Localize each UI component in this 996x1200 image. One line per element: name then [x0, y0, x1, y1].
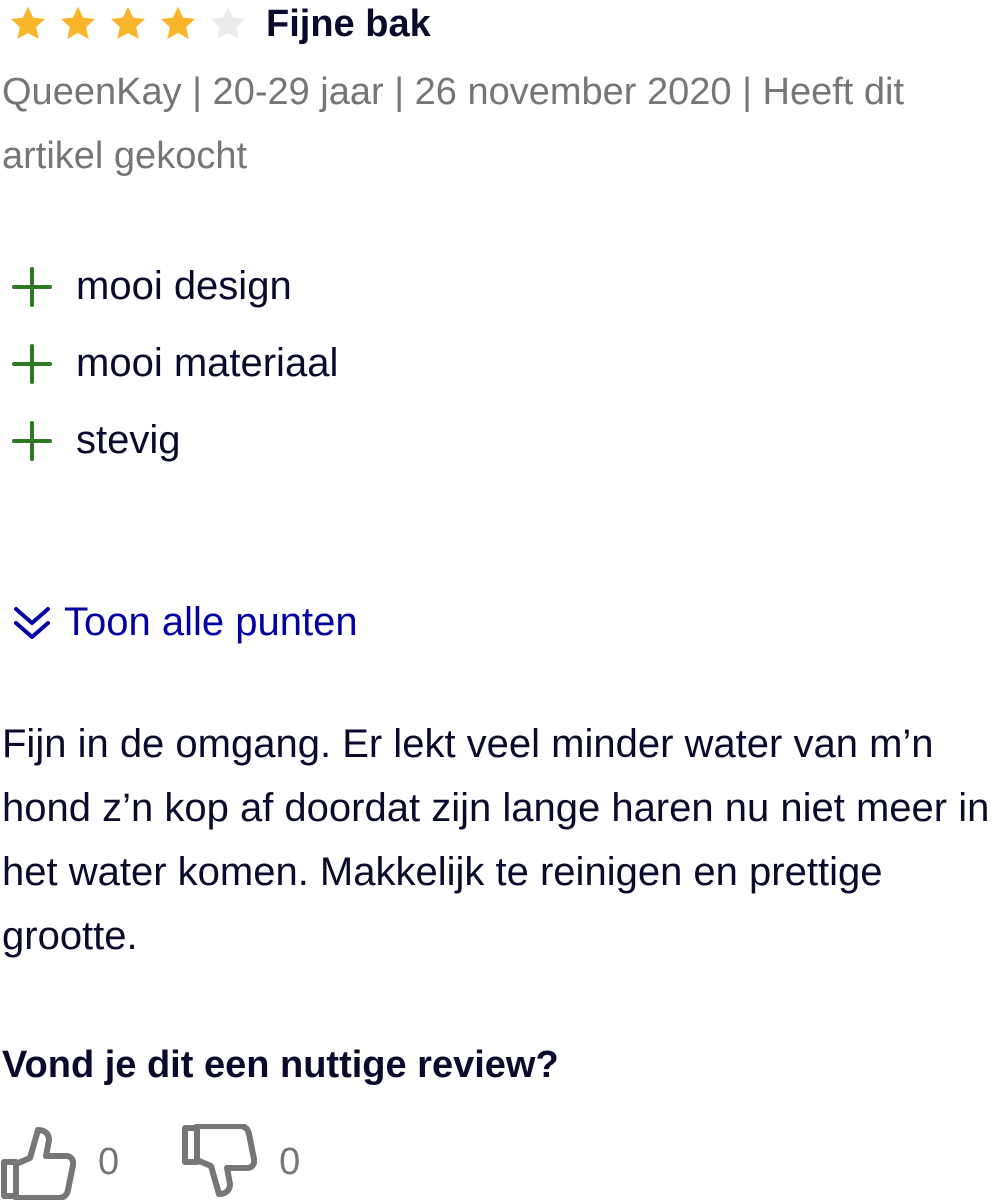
review-header: Fijne bak [8, 0, 431, 48]
plus-icon [12, 343, 52, 384]
show-all-points-label: Toon alle punten [64, 600, 358, 644]
pros-list: mooi design mooi materiaal stevig [10, 248, 338, 479]
review-body: Fijn in de omgang. Er lekt veel minder w… [2, 722, 990, 958]
review-meta: QueenKay | 20-29 jaar | 26 november 2020… [2, 71, 905, 177]
thumbs-up-button[interactable]: 0 [0, 1124, 119, 1200]
star-rating [8, 4, 258, 44]
thumbs-down-count: 0 [279, 1140, 301, 1183]
plus-icon [12, 420, 52, 461]
thumbs-down-icon [182, 1124, 258, 1197]
star-icon [161, 6, 195, 39]
star-icon [111, 6, 145, 39]
pro-item: stevig [10, 402, 338, 479]
pro-label: stevig [76, 418, 181, 462]
helpful-question: Vond je dit een nuttige review? [2, 1044, 559, 1086]
thumbs-up-icon [1, 1127, 76, 1200]
review-title: Fijne bak [266, 2, 431, 45]
thumbs-up-count: 0 [98, 1140, 120, 1183]
pro-item: mooi materiaal [10, 325, 338, 402]
star-icon [211, 6, 245, 39]
star-icon [61, 6, 95, 39]
show-all-points-link[interactable]: Toon alle punten [10, 600, 358, 645]
plus-icon [12, 266, 52, 307]
pro-label: mooi design [76, 264, 292, 308]
double-chevron-down-icon [14, 606, 50, 639]
star-icon [11, 6, 45, 39]
thumbs-down-button[interactable]: 0 [181, 1124, 300, 1200]
pro-label: mooi materiaal [76, 341, 339, 385]
vote-buttons: 0 0 [0, 1124, 300, 1200]
review-card: Fijne bak QueenKay | 20-29 jaar | 26 nov… [0, 0, 996, 1200]
pro-item: mooi design [10, 248, 338, 325]
